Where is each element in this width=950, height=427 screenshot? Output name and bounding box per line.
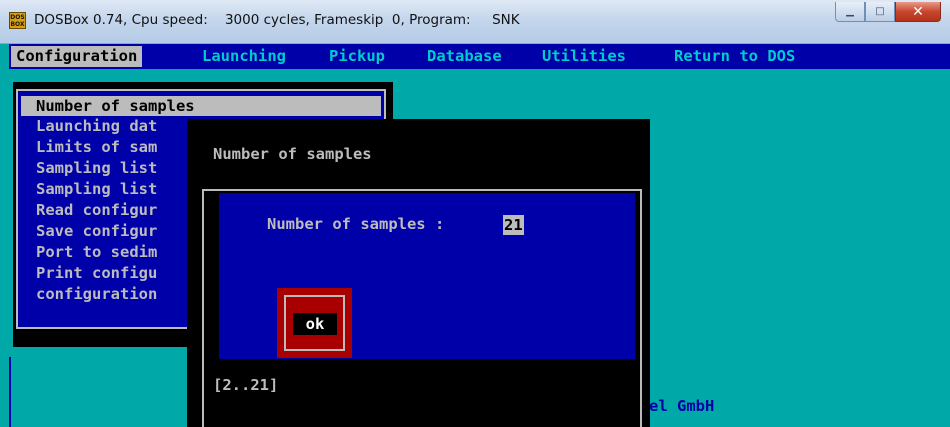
config-item-sampling-list-2[interactable]: Sampling list [36, 179, 157, 199]
samples-input[interactable]: 21 [503, 215, 524, 235]
menu-pickup[interactable]: Pickup [329, 46, 385, 67]
maximize-button[interactable]: □ [865, 2, 895, 22]
menu-configuration[interactable]: Configuration [11, 46, 143, 67]
config-item-configuration[interactable]: configuration [36, 284, 157, 304]
dialog-title: Number of samples [213, 145, 372, 163]
close-button[interactable]: ✕ [895, 2, 941, 22]
config-item-number-of-samples[interactable]: Number of samples [21, 96, 381, 116]
status-frame-edge [9, 357, 201, 427]
dosbox-app-icon: DOS BOX [9, 12, 26, 29]
company-name-fragment: el GmbH [649, 397, 715, 415]
ok-button-focus-area: ok [277, 288, 352, 358]
minimize-button[interactable]: ▁ [835, 2, 865, 22]
ok-button[interactable]: ok [293, 313, 337, 335]
menu-database[interactable]: Database [427, 46, 502, 67]
config-item-limits-of-samples[interactable]: Limits of sam [36, 137, 157, 157]
minimize-icon: ▁ [846, 6, 854, 17]
number-of-samples-dialog: Number of samples Number of samples : 21… [187, 119, 650, 427]
dos-screen[interactable]: Configuration Launching Pickup Database … [9, 44, 950, 427]
window-title-bar[interactable]: DOS BOX DOSBox 0.74, Cpu speed: 3000 cyc… [0, 0, 950, 44]
window-title: DOSBox 0.74, Cpu speed: 3000 cycles, Fra… [34, 12, 520, 28]
config-item-save-configuration[interactable]: Save configur [36, 221, 157, 241]
range-hint: [2..21] [213, 376, 279, 394]
config-item-print-configuration[interactable]: Print configu [36, 263, 157, 283]
menu-utilities[interactable]: Utilities [542, 46, 626, 67]
close-icon: ✕ [912, 3, 924, 20]
menu-return-to-dos[interactable]: Return to DOS [674, 46, 795, 67]
config-item-launching-data[interactable]: Launching dat [36, 116, 157, 136]
dialog-body: Number of samples : 21 ok [219, 193, 635, 359]
menu-launching[interactable]: Launching [202, 46, 286, 67]
samples-field-label: Number of samples : [267, 215, 445, 233]
config-item-sampling-list-1[interactable]: Sampling list [36, 158, 157, 178]
main-menu-bar: Configuration Launching Pickup Database … [9, 44, 950, 69]
config-item-port-to-sediment[interactable]: Port to sedim [36, 242, 157, 262]
window-controls: ▁ □ ✕ [835, 2, 941, 22]
maximize-icon: □ [875, 6, 885, 17]
config-item-read-configuration[interactable]: Read configur [36, 200, 157, 220]
